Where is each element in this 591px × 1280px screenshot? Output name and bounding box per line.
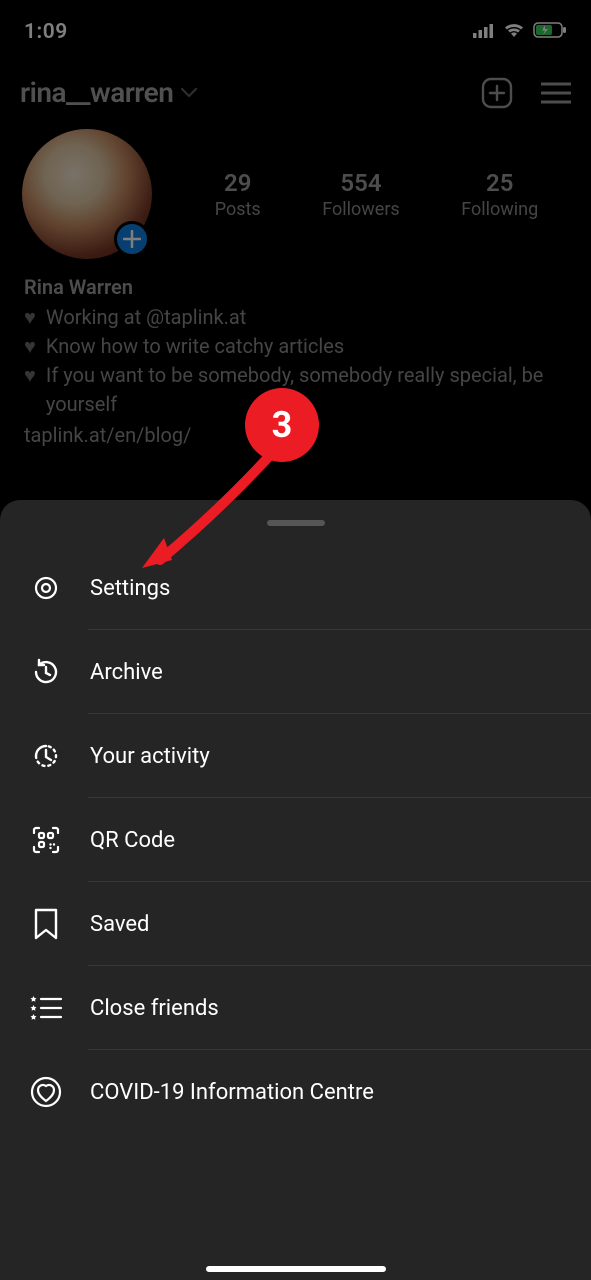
archive-icon	[28, 654, 64, 690]
saved-icon	[28, 906, 64, 942]
create-button[interactable]	[481, 77, 513, 109]
stat-posts[interactable]: 29 Posts	[215, 169, 261, 220]
status-icons	[473, 22, 567, 42]
menu-item-archive[interactable]: Archive	[0, 630, 591, 714]
stat-followers[interactable]: 554 Followers	[322, 169, 400, 220]
followers-label: Followers	[322, 199, 400, 220]
close-friends-icon	[28, 990, 64, 1026]
display-name: Rina Warren	[24, 275, 567, 299]
following-count: 25	[461, 169, 538, 197]
posts-count: 29	[215, 169, 261, 197]
menu-bottom-sheet: Settings Archive Your activity QR Code S	[0, 500, 591, 1280]
heart-icon: ♥	[24, 332, 36, 361]
menu-item-settings[interactable]: Settings	[0, 546, 591, 630]
hamburger-menu-button[interactable]	[541, 82, 571, 104]
menu-label: Archive	[90, 660, 163, 685]
annotation-arrow	[130, 440, 290, 584]
status-bar: 1:09	[0, 0, 591, 56]
activity-icon	[28, 738, 64, 774]
followers-count: 554	[322, 169, 400, 197]
username-switcher[interactable]: rina__warren	[20, 76, 465, 109]
bio-line-2: ♥Know how to write catchy articles	[24, 332, 567, 361]
profile-info: 29 Posts 554 Followers 25 Following	[0, 117, 591, 267]
heart-icon: ♥	[24, 303, 36, 332]
menu-label: Your activity	[90, 744, 210, 769]
avatar[interactable]	[22, 129, 152, 259]
chevron-down-icon	[181, 83, 197, 102]
add-story-button[interactable]	[114, 221, 150, 257]
home-indicator[interactable]	[206, 1266, 386, 1272]
menu-item-saved[interactable]: Saved	[0, 882, 591, 966]
profile-header: rina__warren	[0, 56, 591, 117]
battery-icon	[533, 22, 567, 42]
username: rina__warren	[20, 76, 173, 109]
following-label: Following	[461, 199, 538, 220]
menu-label: QR Code	[90, 828, 175, 853]
stat-following[interactable]: 25 Following	[461, 169, 538, 220]
qr-icon	[28, 822, 64, 858]
annotation-step-badge: 3	[245, 388, 319, 462]
menu-item-close-friends[interactable]: Close friends	[0, 966, 591, 1050]
menu-item-activity[interactable]: Your activity	[0, 714, 591, 798]
settings-icon	[28, 570, 64, 606]
wifi-icon	[503, 22, 525, 42]
menu-label: Close friends	[90, 996, 219, 1021]
stats: 29 Posts 554 Followers 25 Following	[184, 169, 569, 220]
menu-item-covid[interactable]: COVID-19 Information Centre	[0, 1050, 591, 1134]
bio-line-1: ♥Working at @taplink.at	[24, 303, 567, 332]
menu-label: Saved	[90, 912, 149, 937]
menu-list: Settings Archive Your activity QR Code S	[0, 546, 591, 1134]
posts-label: Posts	[215, 199, 261, 220]
status-time: 1:09	[24, 20, 68, 44]
menu-item-qr[interactable]: QR Code	[0, 798, 591, 882]
covid-icon	[28, 1074, 64, 1110]
heart-icon: ♥	[24, 361, 36, 419]
menu-label: COVID-19 Information Centre	[90, 1080, 374, 1105]
cellular-icon	[473, 23, 495, 42]
